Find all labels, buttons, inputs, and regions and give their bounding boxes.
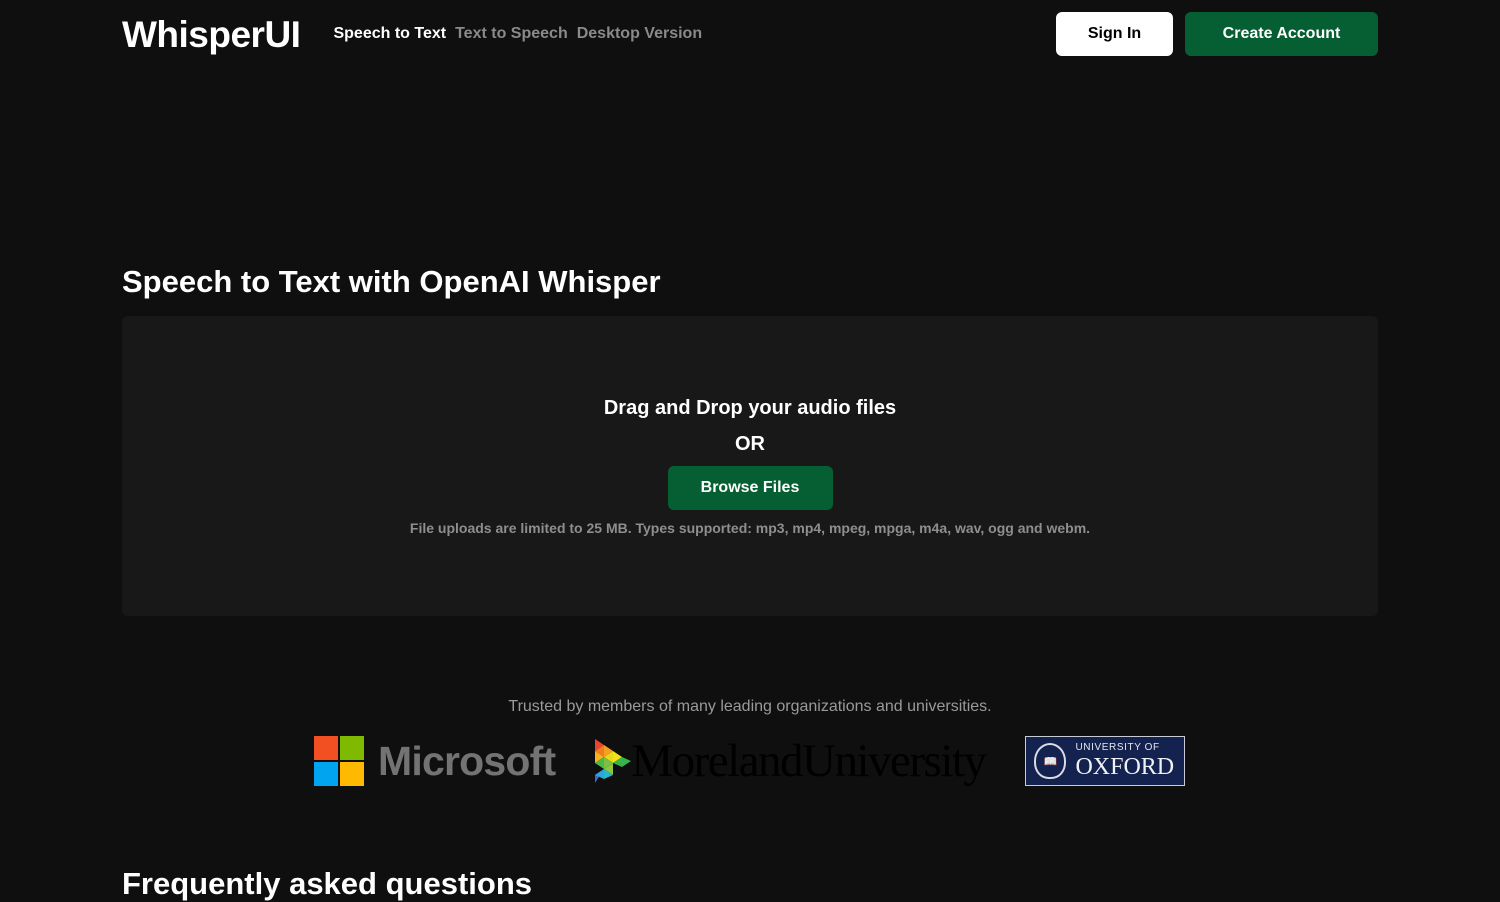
- oxford-crest-icon: 📖: [1034, 743, 1067, 779]
- oxford-logo: 📖 UNIVERSITY OF OXFORD: [1025, 736, 1186, 786]
- nav-speech-to-text[interactable]: Speech to Text: [333, 25, 446, 43]
- upload-limits-note: File uploads are limited to 25 MB. Types…: [409, 520, 1091, 536]
- moreland-triangles-icon: [595, 739, 632, 783]
- browse-files-button[interactable]: Browse Files: [667, 466, 833, 510]
- moreland-university-logo: MorelandUniversity: [595, 734, 987, 787]
- trusted-by-text: Trusted by members of many leading organ…: [508, 698, 992, 715]
- oxford-big-text: OXFORD: [1075, 754, 1175, 780]
- moreland-wordmark: MorelandUniversity: [631, 734, 987, 787]
- microsoft-logo: Microsoft: [314, 736, 556, 786]
- oxford-small-text: UNIVERSITY OF: [1075, 742, 1160, 753]
- dropzone-title: Drag and Drop your audio files: [603, 397, 897, 419]
- dropzone-or-label: OR: [735, 433, 765, 455]
- header-actions: Sign In Create Account: [1056, 12, 1378, 56]
- partner-logos: Microsoft MorelandUniversity 📖 UNIVERSIT…: [314, 734, 1186, 787]
- microsoft-wordmark: Microsoft: [378, 737, 556, 784]
- main-nav: Speech to Text Text to Speech Desktop Ve…: [333, 25, 702, 43]
- create-account-button[interactable]: Create Account: [1185, 12, 1378, 56]
- microsoft-squares-icon: [314, 736, 364, 786]
- site-header: WhisperUI Speech to Text Text to Speech …: [122, 0, 1378, 68]
- sign-in-button[interactable]: Sign In: [1056, 12, 1173, 56]
- nav-text-to-speech[interactable]: Text to Speech: [455, 25, 568, 43]
- faq-title: Frequently asked questions: [122, 866, 532, 901]
- logo[interactable]: WhisperUI: [122, 16, 301, 53]
- nav-desktop-version[interactable]: Desktop Version: [577, 25, 702, 43]
- page-title: Speech to Text with OpenAI Whisper: [122, 264, 661, 299]
- file-dropzone[interactable]: Drag and Drop your audio files OR Browse…: [122, 316, 1378, 616]
